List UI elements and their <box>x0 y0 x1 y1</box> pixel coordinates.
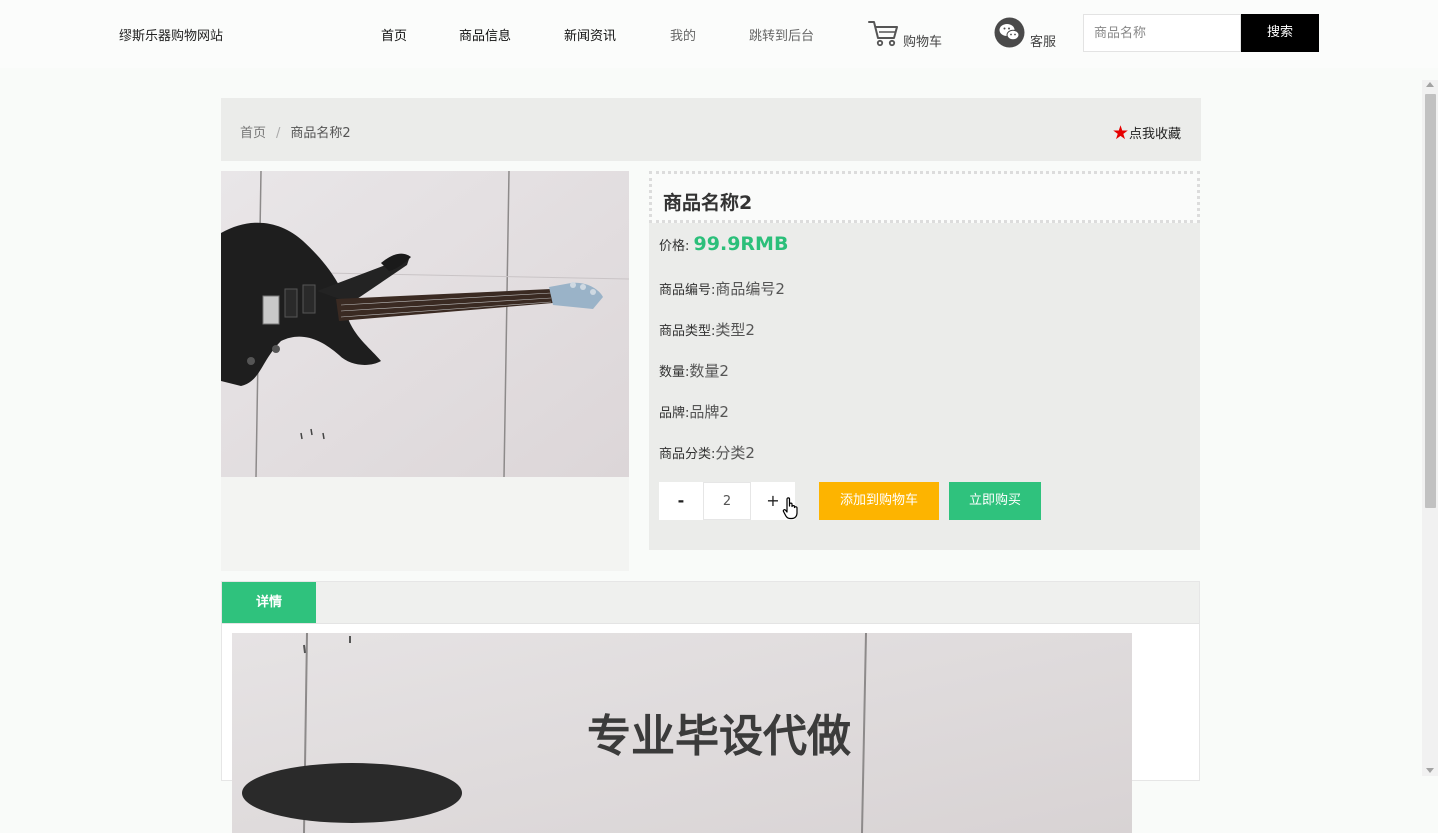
quantity-input[interactable] <box>703 482 751 520</box>
cart-label: 购物车 <box>903 35 943 50</box>
shopping-cart-icon <box>868 21 898 47</box>
field-value: 数量2 <box>689 362 729 380</box>
breadcrumb-separator: / <box>276 126 281 141</box>
tab-details[interactable]: 详情 <box>222 582 316 623</box>
site-title[interactable]: 缪斯乐器购物网站 <box>119 25 223 44</box>
details-tab-bar: 详情 <box>222 582 1199 624</box>
product-type-row: 商品类型:类型2 <box>659 319 755 340</box>
product-code-row: 商品编号:商品编号2 <box>659 278 785 299</box>
field-value: 品牌2 <box>689 403 729 421</box>
product-title: 商品名称2 <box>663 192 753 214</box>
breadcrumb-home[interactable]: 首页 <box>240 126 266 141</box>
breadcrumb: 首页 / 商品名称2 <box>240 122 351 141</box>
scroll-down-arrow[interactable] <box>1426 768 1434 773</box>
quantity-row: 数量:数量2 <box>659 360 729 381</box>
price-row: 价格: 99.9RMB <box>659 233 788 255</box>
star-icon: ★ <box>1111 122 1129 144</box>
quantity-decrease-button[interactable]: - <box>659 482 703 520</box>
breadcrumb-bar: 首页 / 商品名称2 ★点我收藏 <box>221 98 1201 161</box>
field-value: 类型2 <box>715 321 755 339</box>
nav-news[interactable]: 新闻资讯 <box>564 25 616 44</box>
hand-pointer-cursor-icon <box>782 497 798 520</box>
service-label: 客服 <box>1030 35 1057 50</box>
favorite-label: 点我收藏 <box>1128 127 1181 142</box>
brand-row: 品牌:品牌2 <box>659 401 729 422</box>
detail-image: 专业毕设代做 <box>232 633 1132 833</box>
field-label: 商品编号: <box>659 283 716 298</box>
buy-now-button[interactable]: 立即购买 <box>949 482 1041 520</box>
product-image-panel <box>221 171 629 571</box>
search-button[interactable]: 搜索 <box>1241 14 1319 52</box>
nav-admin[interactable]: 跳转到后台 <box>749 25 814 44</box>
favorite-button[interactable]: ★点我收藏 <box>1111 121 1181 144</box>
add-to-cart-button[interactable]: 添加到购物车 <box>819 482 939 520</box>
field-value: 商品编号2 <box>715 280 785 298</box>
product-image <box>221 171 629 477</box>
price-label: 价格: <box>659 239 690 254</box>
field-label: 商品分类: <box>659 447 716 462</box>
field-label: 商品类型: <box>659 324 716 339</box>
nav-products[interactable]: 商品信息 <box>459 25 511 44</box>
detail-watermark-text: 专业毕设代做 <box>587 711 851 762</box>
details-section: 详情 专业毕设代做 <box>221 581 1200 833</box>
field-label: 品牌: <box>659 406 690 421</box>
nav-home[interactable]: 首页 <box>381 25 407 44</box>
product-title-box: 商品名称2 <box>649 171 1200 223</box>
top-header: 缪斯乐器购物网站 首页 商品信息 新闻资讯 我的 跳转到后台 购物车 客服 搜索 <box>0 0 1438 68</box>
field-value: 分类2 <box>715 444 755 462</box>
scrollbar-thumb[interactable] <box>1425 94 1436 508</box>
nav-mine[interactable]: 我的 <box>670 25 696 44</box>
search-input[interactable] <box>1083 14 1241 52</box>
breadcrumb-current: 商品名称2 <box>290 126 351 141</box>
scroll-up-arrow[interactable] <box>1426 82 1434 87</box>
field-label: 数量: <box>659 365 690 380</box>
product-info-panel: 价格: 99.9RMB 商品编号:商品编号2 商品类型:类型2 数量:数量2 品… <box>649 223 1200 550</box>
category-row: 商品分类:分类2 <box>659 442 755 463</box>
wechat-icon <box>994 17 1025 48</box>
price-value: 99.9RMB <box>693 233 789 255</box>
